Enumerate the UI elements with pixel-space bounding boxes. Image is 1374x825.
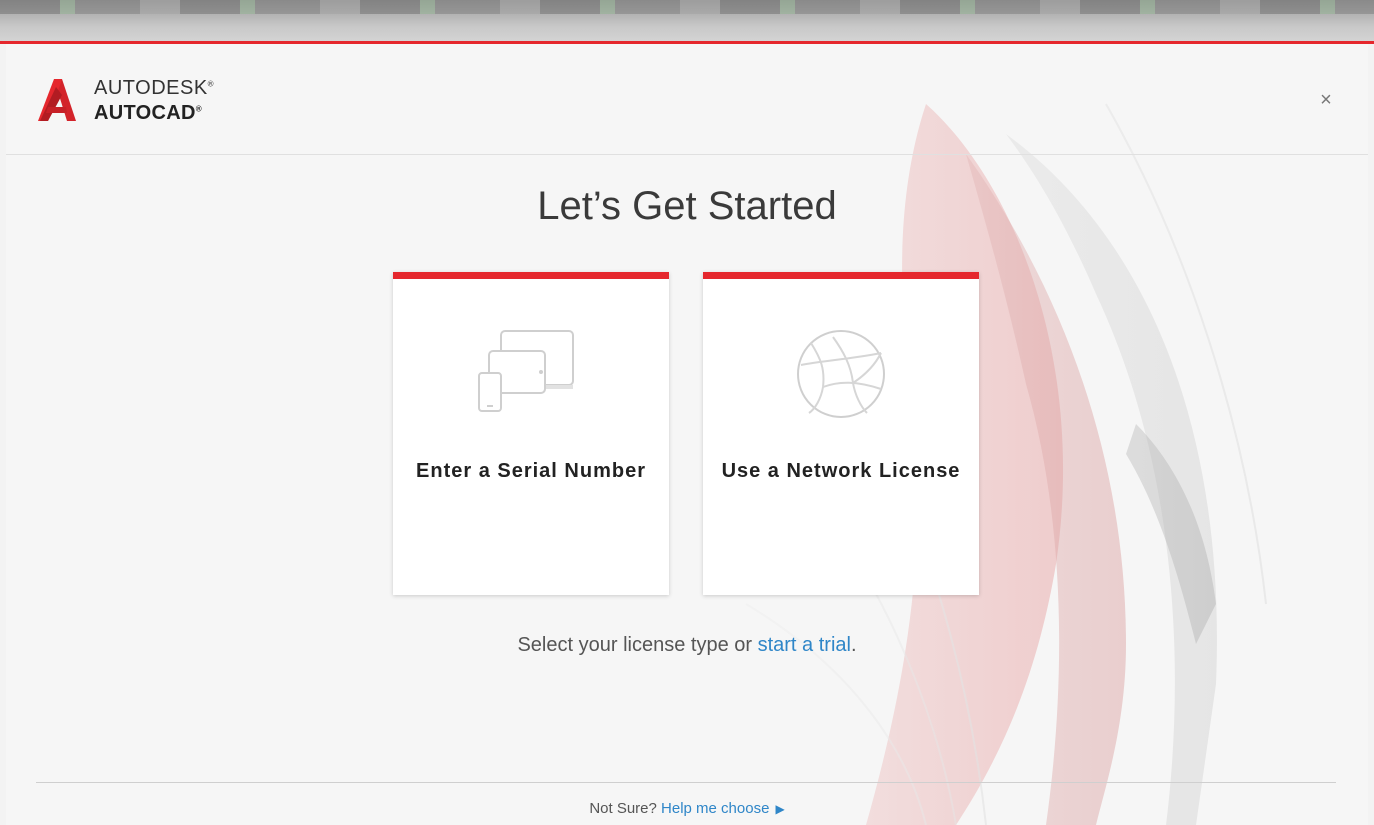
- play-arrow-icon[interactable]: ▶: [775, 802, 784, 816]
- enter-serial-number-card[interactable]: Enter a Serial Number: [393, 272, 669, 595]
- hint-text: Select your license type or: [517, 634, 758, 656]
- window-background-strip: [0, 0, 1374, 44]
- desktop-background: [0, 0, 1374, 14]
- license-dialog: AUTODESK® AUTOCAD® × Let’s Get Started E…: [6, 44, 1368, 825]
- license-hint: Select your license type or start a tria…: [6, 634, 1368, 657]
- dialog-header: AUTODESK® AUTOCAD® ×: [6, 44, 1368, 155]
- autocad-logo-icon: [38, 79, 76, 121]
- close-button[interactable]: ×: [1314, 88, 1338, 112]
- hint-suffix: .: [850, 634, 857, 656]
- network-globe-icon: [797, 330, 885, 418]
- start-trial-link[interactable]: start a trial: [758, 634, 851, 656]
- devices-icon: [478, 330, 574, 412]
- brand-product: AUTOCAD®: [94, 102, 202, 124]
- use-network-license-card[interactable]: Use a Network License: [703, 272, 979, 595]
- autocad-backdrop-art: [6, 44, 1368, 825]
- footer-text: Not Sure?: [589, 800, 662, 817]
- footer-divider: [36, 782, 1336, 783]
- footer: Not Sure? Help me choose ▶: [6, 800, 1368, 817]
- card-label: Enter a Serial Number: [416, 460, 646, 482]
- page-title: Let’s Get Started: [537, 184, 837, 228]
- help-me-choose-link[interactable]: Help me choose: [661, 800, 769, 817]
- card-label: Use a Network License: [721, 460, 961, 482]
- brand-company: AUTODESK®: [94, 77, 215, 99]
